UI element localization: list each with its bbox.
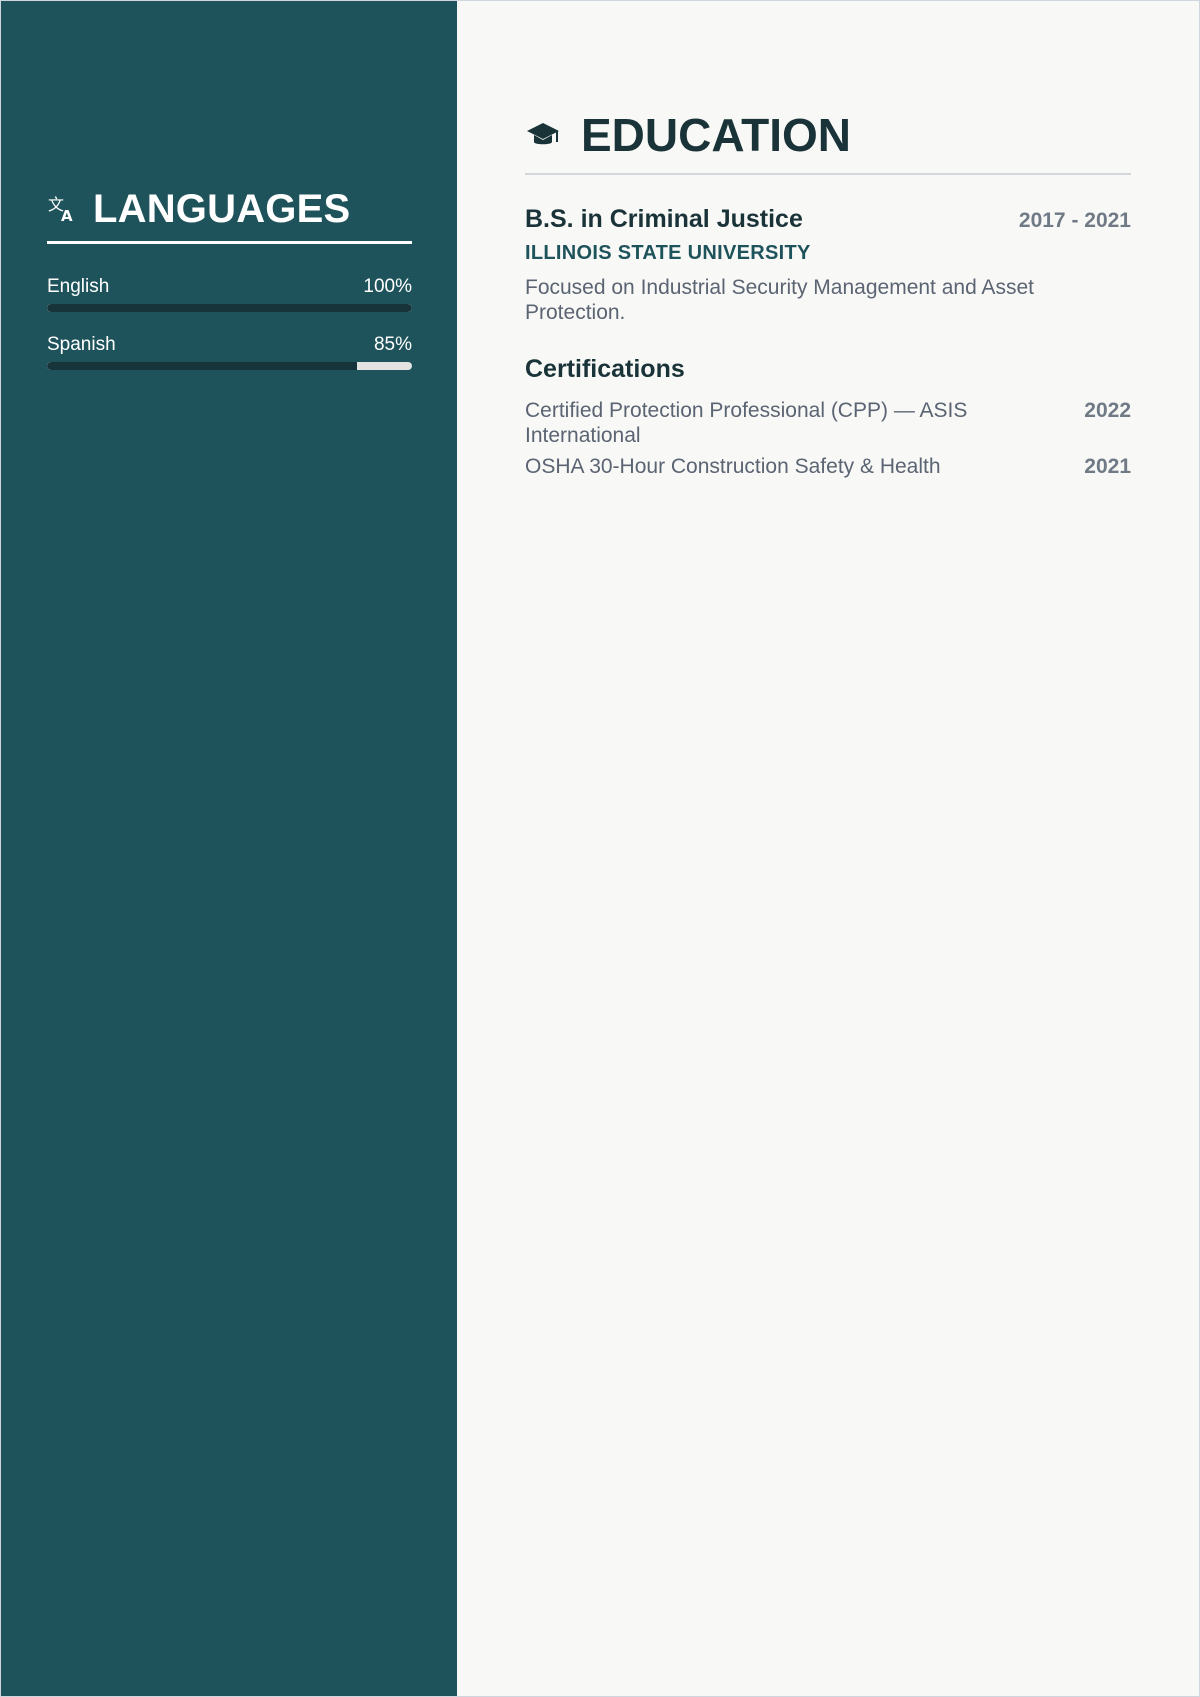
language-bar-fill [47, 362, 358, 370]
resume-page: 文 A LANGUAGES English 100% Spanish 85% E… [0, 0, 1200, 1697]
language-name: Spanish [47, 334, 116, 355]
certification-item: OSHA 30-Hour Construction Safety & Healt… [525, 454, 1131, 479]
certification-item: Certified Protection Professional (CPP) … [525, 398, 1131, 448]
language-bar-fill [47, 304, 412, 312]
certification-name: Certified Protection Professional (CPP) … [525, 399, 968, 447]
svg-text:A: A [61, 207, 73, 224]
certification-year: 2021 [1084, 455, 1131, 478]
translate-icon: 文 A [47, 194, 77, 224]
sidebar: 文 A LANGUAGES English 100% Spanish 85% [1, 1, 457, 1696]
education-entry: B.S. in Criminal Justice 2017 - 2021 ILL… [525, 205, 1131, 325]
language-bar-track [47, 304, 412, 312]
graduation-cap-icon [525, 117, 561, 153]
education-description: Focused on Industrial Security Managemen… [525, 276, 1034, 324]
languages-list: English 100% Spanish 85% [47, 276, 412, 370]
language-name: English [47, 276, 110, 297]
education-title: EDUCATION [581, 109, 852, 161]
degree-title: B.S. in Criminal Justice [525, 205, 803, 233]
certification-name: OSHA 30-Hour Construction Safety & Healt… [525, 455, 941, 478]
certifications-title: Certifications [525, 355, 685, 383]
certifications-list: Certified Protection Professional (CPP) … [525, 398, 1131, 479]
language-level: 85% [373, 334, 412, 355]
main-content: EDUCATION B.S. in Criminal Justice 2017 … [457, 1, 1199, 1696]
language-item: Spanish 85% [47, 334, 412, 370]
education-heading: EDUCATION [525, 109, 1131, 175]
language-bar-track [47, 362, 412, 370]
school-name: ILLINOIS STATE UNIVERSITY [525, 242, 811, 264]
languages-title: LANGUAGES [93, 187, 351, 231]
languages-heading: 文 A LANGUAGES [47, 187, 412, 244]
education-years: 2017 - 2021 [1018, 209, 1131, 232]
language-item: English 100% [47, 276, 412, 312]
language-level: 100% [363, 276, 412, 297]
certification-year: 2022 [1084, 399, 1131, 422]
